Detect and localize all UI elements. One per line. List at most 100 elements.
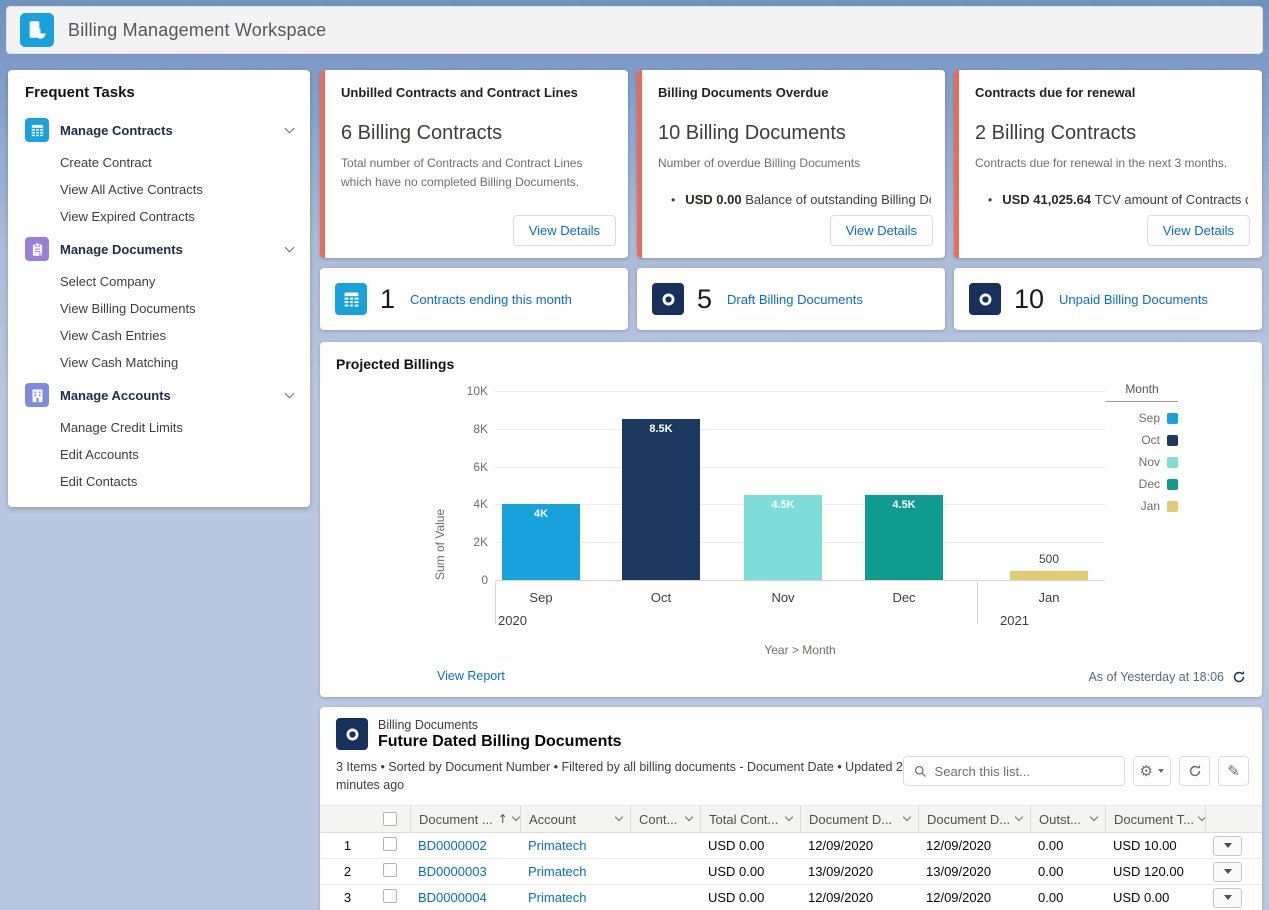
- document-date-2-cell: 12/09/2020: [918, 890, 1030, 905]
- chart-bar[interactable]: 4.5K: [865, 495, 943, 580]
- table-header-row: Document ...↑ Account Cont... Total Cont…: [320, 805, 1262, 833]
- row-checkbox[interactable]: [375, 837, 410, 854]
- legend-entry: Jan: [1106, 499, 1178, 513]
- legend-title: Month: [1106, 382, 1178, 402]
- row-action-menu-button[interactable]: [1213, 836, 1242, 856]
- x-tick: Jan: [1010, 590, 1088, 605]
- tile-contracts-ending[interactable]: 1 Contracts ending this month: [320, 268, 628, 330]
- sidebar-group-manage-contracts[interactable]: Manage Contracts: [8, 111, 310, 149]
- column-header-outstanding[interactable]: Outst...: [1030, 806, 1105, 832]
- bullet-dot: •: [988, 193, 992, 207]
- chevron-down-icon: [903, 813, 911, 821]
- sidebar-item-edit-contacts[interactable]: Edit Contacts: [8, 468, 310, 495]
- chart-bar[interactable]: 500: [1010, 571, 1088, 580]
- kpi-bullet: •USD 41,025.64 TCV amount of Contracts d…: [988, 192, 1248, 207]
- list-refresh-button[interactable]: [1179, 756, 1210, 786]
- account-link[interactable]: Primatech: [528, 864, 587, 879]
- sidebar-group-manage-documents[interactable]: Manage Documents: [8, 230, 310, 268]
- row-number: 2: [320, 864, 375, 879]
- column-header-total-contract[interactable]: Total Cont...: [700, 806, 800, 832]
- chevron-down-icon: [1015, 813, 1023, 821]
- tile-link[interactable]: Draft Billing Documents: [727, 292, 863, 307]
- list-settings-button[interactable]: ⚙: [1133, 756, 1171, 786]
- chart-bar[interactable]: 4K: [502, 504, 580, 580]
- chart-bar[interactable]: 8.5K: [622, 419, 700, 580]
- account-link[interactable]: Primatech: [528, 838, 587, 853]
- chart-plot: 4K 8.5K 4.5K 4.5K 500 Sep Oct Nov Dec Ja…: [495, 391, 1105, 580]
- sidebar-item-manage-credit-limits[interactable]: Manage Credit Limits: [8, 414, 310, 441]
- tile-link[interactable]: Unpaid Billing Documents: [1059, 292, 1208, 307]
- total-contract-cell: USD 0.00: [700, 890, 800, 905]
- y-tick: 2K: [473, 535, 488, 549]
- document-date-1-cell: 12/09/2020: [800, 890, 918, 905]
- column-header-contact[interactable]: Cont...: [630, 806, 700, 832]
- list-edit-button[interactable]: ✎: [1218, 756, 1249, 786]
- kpi-headline: 2 Billing Contracts: [975, 122, 1246, 145]
- view-details-button[interactable]: View Details: [830, 215, 933, 246]
- document-number-cell: BD0000002: [410, 838, 520, 853]
- view-details-button[interactable]: View Details: [1147, 215, 1250, 246]
- sidebar-item-edit-accounts[interactable]: Edit Accounts: [8, 441, 310, 468]
- row-checkbox[interactable]: [375, 889, 410, 906]
- table-row: 1 BD0000002 Primatech USD 0.00 12/09/202…: [320, 833, 1262, 859]
- view-report-link[interactable]: View Report: [437, 669, 505, 683]
- list-search[interactable]: [903, 756, 1125, 786]
- search-icon: [914, 765, 927, 778]
- y-tick: 0: [481, 573, 488, 587]
- search-input[interactable]: [935, 764, 1114, 779]
- y-axis-label: Sum of Value: [433, 391, 447, 580]
- kpi-description: Total number of Contracts and Contract L…: [341, 154, 596, 191]
- outstanding-cell: 0.00: [1030, 864, 1105, 879]
- sidebar-item-select-company[interactable]: Select Company: [8, 268, 310, 295]
- view-details-button[interactable]: View Details: [513, 215, 616, 246]
- building-icon: [25, 383, 49, 407]
- chart-bar[interactable]: 4.5K: [744, 495, 822, 580]
- sidebar-group-manage-accounts[interactable]: Manage Accounts: [8, 376, 310, 414]
- kpi-description: Number of overdue Billing Documents: [658, 154, 913, 173]
- column-header-document-date-1[interactable]: Document D...: [800, 806, 918, 832]
- row-action-menu-button[interactable]: [1213, 862, 1242, 882]
- tile-link[interactable]: Contracts ending this month: [410, 292, 572, 307]
- row-checkbox[interactable]: [375, 863, 410, 880]
- legend-swatch: [1167, 435, 1178, 446]
- year-separator: [495, 582, 496, 624]
- sidebar-item-view-billing-documents[interactable]: View Billing Documents: [8, 295, 310, 322]
- tile-unpaid-billing-documents[interactable]: 10 Unpaid Billing Documents: [954, 268, 1262, 330]
- legend-swatch: [1167, 501, 1178, 512]
- kpi-card-billing-documents-overdue: Billing Documents Overdue 10 Billing Doc…: [637, 70, 945, 258]
- kpi-card-contracts-due-renewal: Contracts due for renewal 2 Billing Cont…: [954, 70, 1262, 258]
- row-action-menu-button[interactable]: [1213, 888, 1242, 908]
- year-label: 2021: [1000, 613, 1029, 628]
- chevron-down-icon: [285, 242, 295, 252]
- chevron-down-icon: [1198, 813, 1205, 821]
- column-header-document-date-2[interactable]: Document D...: [918, 806, 1030, 832]
- pencil-icon: ✎: [1227, 762, 1240, 780]
- document-link[interactable]: BD0000003: [418, 864, 487, 879]
- y-axis-ticks: 10K 8K 6K 4K 2K 0: [448, 391, 488, 580]
- document-link[interactable]: BD0000004: [418, 890, 487, 905]
- y-tick: 6K: [473, 460, 488, 474]
- tile-count: 5: [697, 284, 712, 315]
- y-tick: 8K: [473, 422, 488, 436]
- axis-baseline: [495, 580, 1105, 581]
- refresh-icon[interactable]: [1232, 670, 1246, 684]
- select-all-checkbox[interactable]: [375, 806, 410, 832]
- alert-strip: [954, 70, 959, 258]
- column-header-document-total[interactable]: Document T...: [1105, 806, 1205, 832]
- sidebar-item-create-contract[interactable]: Create Contract: [8, 149, 310, 176]
- column-header-account[interactable]: Account: [520, 806, 630, 832]
- sidebar-item-view-cash-entries[interactable]: View Cash Entries: [8, 322, 310, 349]
- account-link[interactable]: Primatech: [528, 890, 587, 905]
- document-link[interactable]: BD0000002: [418, 838, 487, 853]
- kpi-title: Unbilled Contracts and Contract Lines: [341, 85, 612, 100]
- sidebar-item-view-expired-contracts[interactable]: View Expired Contracts: [8, 203, 310, 230]
- document-date-2-cell: 12/09/2020: [918, 838, 1030, 853]
- page-title: Billing Management Workspace: [68, 20, 326, 41]
- column-header-document-number[interactable]: Document ...↑: [410, 806, 520, 832]
- group-label: Manage Accounts: [60, 388, 171, 403]
- gear-icon: ⚙: [1140, 762, 1153, 780]
- tile-draft-billing-documents[interactable]: 5 Draft Billing Documents: [637, 268, 945, 330]
- sidebar-item-view-all-active-contracts[interactable]: View All Active Contracts: [8, 176, 310, 203]
- sidebar-item-view-cash-matching[interactable]: View Cash Matching: [8, 349, 310, 376]
- tile-count: 1: [380, 284, 395, 315]
